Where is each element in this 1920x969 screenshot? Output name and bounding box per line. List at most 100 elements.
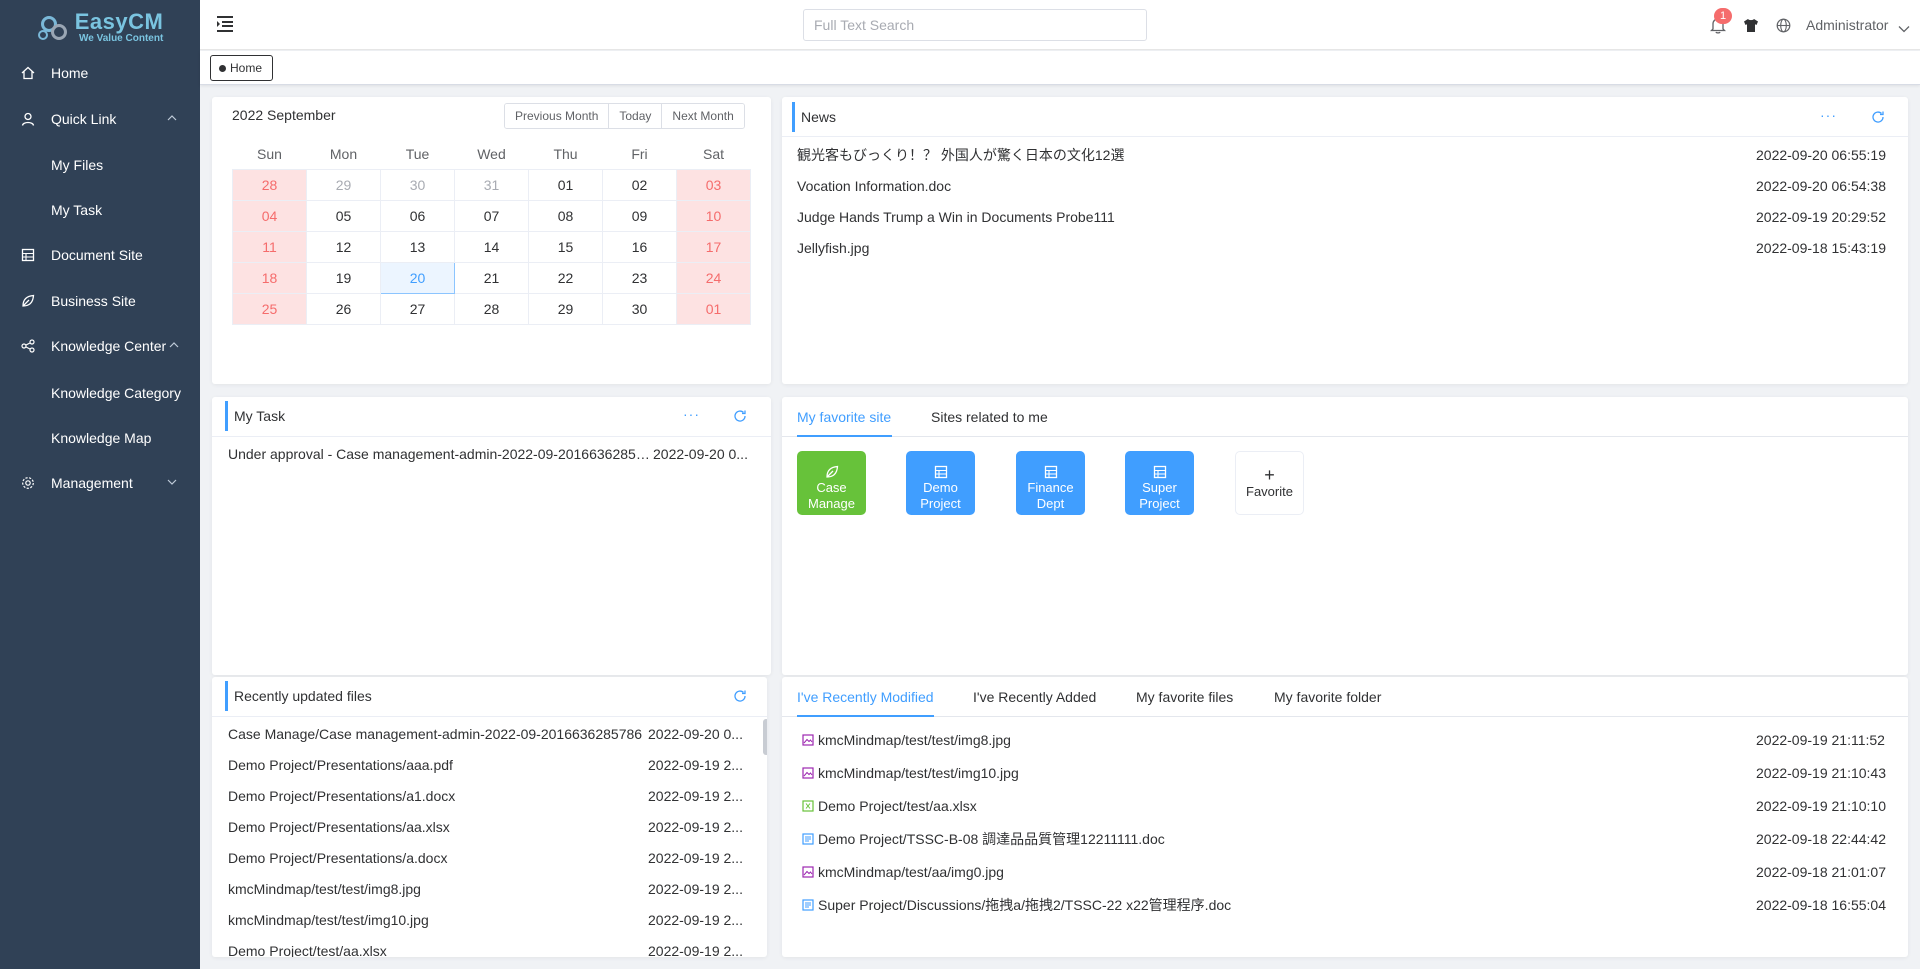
weekday-header: Fri [631, 145, 648, 162]
calendar-day-today[interactable]: 20 [380, 261, 455, 294]
theme-shirt-icon[interactable] [1742, 16, 1760, 34]
calendar-day[interactable]: 11 [232, 230, 307, 263]
sidebar-item-quick-link[interactable]: Quick Link [0, 96, 200, 141]
modified-file-link[interactable]: Demo Project/TSSC-B-08 調達品品質管理12211111.d… [802, 829, 1702, 849]
recent-file-path[interactable]: Demo Project/Presentations/aa.xlsx [228, 819, 648, 835]
news-more-button[interactable]: ··· [1820, 107, 1837, 123]
sidebar-item-knowledge-map[interactable]: Knowledge Map [0, 415, 200, 460]
tab-favorite-folder[interactable]: My favorite folder [1274, 677, 1381, 717]
modified-file-link[interactable]: kmcMindmap/test/aa/img0.jpg [802, 864, 1702, 880]
modified-file-link[interactable]: Demo Project/test/aa.xlsx [802, 798, 1702, 814]
news-item-title[interactable]: 観光客もびっくり！？ 外国人が驚く日本の文化12選 [797, 145, 1597, 165]
tab-recently-modified[interactable]: I've Recently Modified [797, 677, 934, 717]
recent-file-path[interactable]: Case Manage/Case management-admin-2022-0… [228, 726, 648, 742]
task-item-title[interactable]: Under approval - Case management-admin-2… [228, 446, 650, 462]
recent-file-path[interactable]: kmcMindmap/test/test/img10.jpg [228, 912, 648, 928]
previous-month-button[interactable]: Previous Month [505, 104, 610, 128]
calendar-day[interactable]: 18 [232, 261, 307, 294]
news-item-title[interactable]: Vocation Information.doc [797, 178, 1597, 194]
refresh-icon[interactable] [1871, 110, 1885, 124]
site-tile-label: Demo Project [920, 480, 961, 511]
calendar-day[interactable]: 16 [602, 230, 677, 263]
sidebar-item-knowledge-category[interactable]: Knowledge Category [0, 370, 200, 415]
tab-my-favorite-site[interactable]: My favorite site [797, 397, 891, 437]
calendar-day[interactable]: 25 [232, 292, 307, 325]
recent-file-path[interactable]: Demo Project/Presentations/a1.docx [228, 788, 648, 804]
sidebar-item-business-site[interactable]: Business Site [0, 278, 200, 323]
tab-favorite-files[interactable]: My favorite files [1136, 677, 1233, 717]
news-item-title[interactable]: Jellyfish.jpg [797, 240, 1597, 256]
calendar-day[interactable]: 02 [602, 168, 677, 201]
calendar-day[interactable]: 30 [602, 292, 677, 325]
add-favorite-button[interactable]: + Favorite [1235, 451, 1304, 515]
next-month-button[interactable]: Next Month [662, 104, 744, 128]
calendar-day[interactable]: 24 [676, 261, 751, 294]
calendar-day[interactable]: 28 [232, 168, 307, 201]
calendar-day[interactable]: 28 [454, 292, 529, 325]
calendar-day[interactable]: 04 [232, 199, 307, 232]
globe-icon[interactable] [1774, 16, 1792, 34]
tab-recently-added[interactable]: I've Recently Added [973, 677, 1096, 717]
news-title: News [792, 102, 836, 132]
calendar-day[interactable]: 06 [380, 199, 455, 232]
calendar-day[interactable]: 01 [528, 168, 603, 201]
calendar-day[interactable]: 09 [602, 199, 677, 232]
modified-file-link[interactable]: Super Project/Discussions/拖拽a/拖拽2/TSSC-2… [802, 895, 1702, 915]
calendar-day[interactable]: 26 [306, 292, 381, 325]
full-text-search-input[interactable] [803, 9, 1147, 41]
calendar-day[interactable]: 13 [380, 230, 455, 263]
recent-files-title: Recently updated files [225, 681, 372, 711]
recent-file-path[interactable]: Demo Project/Presentations/aaa.pdf [228, 757, 648, 773]
news-item-title[interactable]: Judge Hands Trump a Win in Documents Pro… [797, 209, 1597, 225]
calendar-day[interactable]: 19 [306, 261, 381, 294]
today-button[interactable]: Today [609, 104, 663, 128]
sidebar-item-management[interactable]: Management [0, 460, 200, 505]
calendar-day[interactable]: 23 [602, 261, 677, 294]
my-task-more-button[interactable]: ··· [683, 406, 700, 422]
user-menu[interactable]: Administrator [1806, 17, 1888, 33]
calendar-day[interactable]: 31 [454, 168, 529, 201]
sidebar-item-knowledge-center[interactable]: Knowledge Center [0, 323, 200, 368]
calendar-day[interactable]: 03 [676, 168, 751, 201]
recent-file-path[interactable]: kmcMindmap/test/test/img8.jpg [228, 881, 648, 897]
calendar-day[interactable]: 05 [306, 199, 381, 232]
recent-file-path[interactable]: Demo Project/Presentations/a.docx [228, 850, 648, 866]
calendar-day[interactable]: 30 [380, 168, 455, 201]
calendar-day[interactable]: 21 [454, 261, 529, 294]
chevron-down-icon[interactable] [1898, 20, 1910, 33]
calendar-day[interactable]: 29 [528, 292, 603, 325]
refresh-icon[interactable] [733, 689, 747, 703]
calendar-day[interactable]: 12 [306, 230, 381, 263]
brand-logo[interactable]: EasyCM We Value Content [0, 0, 200, 54]
recent-file-path[interactable]: Demo Project/test/aa.xlsx [228, 943, 648, 957]
calendar-day[interactable]: 29 [306, 168, 381, 201]
calendar-day[interactable]: 14 [454, 230, 529, 263]
calendar-day[interactable]: 22 [528, 261, 603, 294]
sidebar-item-home[interactable]: Home [0, 50, 200, 95]
calendar-day[interactable]: 10 [676, 199, 751, 232]
modified-file-date: 2022-09-18 16:55:04 [1756, 897, 1886, 913]
modified-file-link[interactable]: kmcMindmap/test/test/img8.jpg [802, 732, 1702, 748]
sidebar-item-my-files[interactable]: My Files [0, 142, 200, 187]
calendar-week: 28 29 30 31 01 02 03 [232, 168, 751, 201]
site-tile-finance-dept[interactable]: Finance Dept [1016, 451, 1085, 515]
calendar-day[interactable]: 15 [528, 230, 603, 263]
site-tile-super-project[interactable]: Super Project [1125, 451, 1194, 515]
calendar-day[interactable]: 07 [454, 199, 529, 232]
sidebar-item-my-task[interactable]: My Task [0, 187, 200, 232]
sidebar-item-document-site[interactable]: Document Site [0, 232, 200, 277]
refresh-icon[interactable] [733, 409, 747, 423]
site-tile-case-manage[interactable]: Case Manage [797, 451, 866, 515]
site-tile-demo-project[interactable]: Demo Project [906, 451, 975, 515]
menu-toggle-icon[interactable] [216, 15, 236, 33]
recent-file-date: 2022-09-19 2... [648, 943, 743, 957]
tag-home[interactable]: Home [210, 55, 274, 81]
calendar-day[interactable]: 27 [380, 292, 455, 325]
scrollbar-thumb[interactable] [763, 719, 767, 755]
calendar-day[interactable]: 17 [676, 230, 751, 263]
calendar-day[interactable]: 01 [676, 292, 751, 325]
calendar-day[interactable]: 08 [528, 199, 603, 232]
recent-file-date: 2022-09-19 2... [648, 757, 743, 773]
modified-file-link[interactable]: kmcMindmap/test/test/img10.jpg [802, 765, 1702, 781]
tab-sites-related-to-me[interactable]: Sites related to me [931, 397, 1048, 437]
